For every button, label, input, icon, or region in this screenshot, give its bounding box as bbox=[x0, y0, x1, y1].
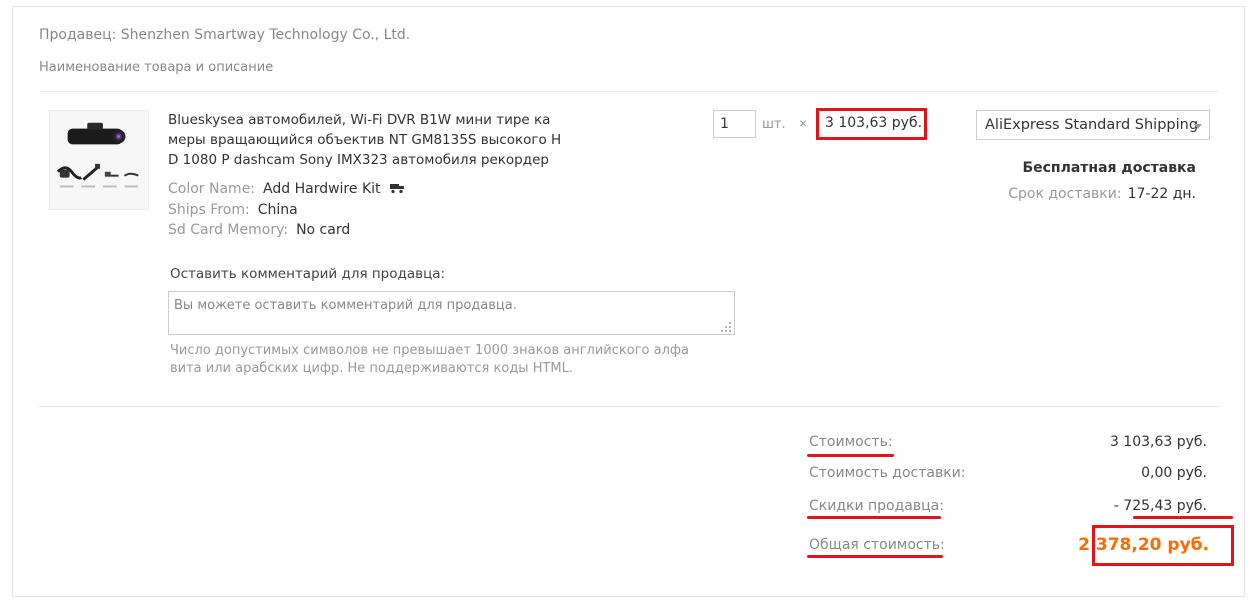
total-highlight-box bbox=[1092, 525, 1234, 566]
section-title: Наименование товара и описание bbox=[39, 60, 274, 75]
dashcam-product-image bbox=[50, 111, 148, 209]
car-icon bbox=[389, 184, 404, 194]
seller-discount-label: Скидки продавца: bbox=[809, 498, 944, 514]
attr-value: Add Hardwire Kit bbox=[263, 181, 381, 197]
free-shipping-label: Бесплатная доставка bbox=[1022, 160, 1196, 176]
product-thumbnail[interactable] bbox=[49, 110, 149, 210]
delivery-term-label: Срок доставки: bbox=[1008, 186, 1122, 202]
shipping-method-select[interactable]: AliExpress Standard Shipping bbox=[976, 110, 1210, 140]
quantity-input[interactable] bbox=[713, 110, 756, 138]
seller-discount-value: - 725,43 руб. bbox=[1113, 498, 1207, 514]
cost-value: 3 103,63 руб. bbox=[1109, 434, 1207, 450]
annotation-underline bbox=[807, 555, 943, 558]
attr-value: No card bbox=[296, 222, 351, 238]
delivery-cost-label: Стоимость доставки: bbox=[809, 465, 966, 481]
annotation-underline bbox=[807, 516, 941, 519]
divider bbox=[39, 406, 1219, 407]
delivery-cost-value: 0,00 руб. bbox=[1141, 465, 1207, 481]
seller-comment-input[interactable] bbox=[168, 291, 735, 335]
attr-key: Sd Card Memory: bbox=[168, 222, 289, 238]
price-highlight-box bbox=[816, 108, 927, 140]
comment-hint: Число допустимых символов не превышает 1… bbox=[170, 343, 689, 376]
annotation-underline bbox=[807, 454, 894, 457]
product-title[interactable]: Blueskysea автомобилей, Wi-Fi DVR B1W ми… bbox=[168, 110, 568, 170]
attr-color: Color Name: Add Hardwire Kit bbox=[168, 181, 405, 197]
cost-label: Стоимость: bbox=[809, 434, 893, 450]
divider bbox=[39, 91, 1219, 92]
attr-key: Color Name: bbox=[168, 181, 256, 197]
comment-label: Оставить комментарий для продавца: bbox=[170, 266, 446, 282]
total-label: Общая стоимость: bbox=[809, 537, 945, 553]
attr-sd-card: Sd Card Memory: No card bbox=[168, 222, 350, 238]
shipping-method-value: AliExpress Standard Shipping bbox=[985, 117, 1199, 133]
delivery-term-value: 17-22 дн. bbox=[1127, 186, 1196, 202]
annotation-underline bbox=[1133, 516, 1233, 519]
attr-ships-from: Ships From: China bbox=[168, 202, 298, 218]
chevron-down-icon bbox=[1194, 124, 1202, 129]
attr-value: China bbox=[257, 202, 298, 218]
order-panel: Продавец: Shenzhen Smartway Technology C… bbox=[12, 6, 1245, 597]
resize-grip-icon[interactable] bbox=[720, 321, 732, 333]
quantity-unit: шт. bbox=[762, 117, 786, 132]
seller-name[interactable]: Продавец: Shenzhen Smartway Technology C… bbox=[39, 27, 410, 43]
attr-key: Ships From: bbox=[168, 202, 250, 218]
multiply-sign: × bbox=[799, 115, 808, 131]
delivery-term: Срок доставки: 17-22 дн. bbox=[1008, 186, 1196, 202]
